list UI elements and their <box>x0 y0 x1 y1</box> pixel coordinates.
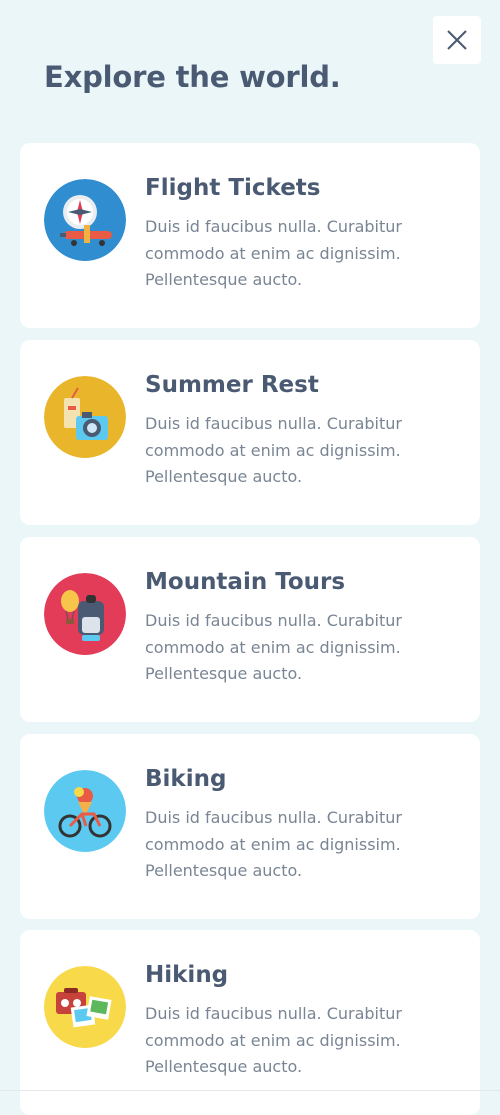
camera-drink-icon <box>44 376 126 458</box>
card-biking[interactable]: Biking Duis id faucibus nulla. Curabitur… <box>20 734 480 919</box>
card-description: Duis id faucibus nulla. Curabitur commod… <box>145 611 402 683</box>
card-description: Duis id faucibus nulla. Curabitur commod… <box>145 414 402 486</box>
card-description: Duis id faucibus nulla. Curabitur commod… <box>145 217 402 289</box>
card-hiking[interactable]: Hiking Duis id faucibus nulla. Curabitur… <box>20 930 480 1115</box>
card-summer-rest[interactable]: Summer Rest Duis id faucibus nulla. Cura… <box>20 340 480 525</box>
compass-plane-icon <box>44 179 126 261</box>
card-title: Biking <box>145 766 227 792</box>
card-title: Hiking <box>145 962 229 988</box>
close-icon <box>447 30 467 50</box>
card-description: Duis id faucibus nulla. Curabitur commod… <box>145 1004 402 1076</box>
card-description: Duis id faucibus nulla. Curabitur commod… <box>145 808 402 880</box>
page-title: Explore the world. <box>44 60 341 94</box>
card-mountain-tours[interactable]: Mountain Tours Duis id faucibus nulla. C… <box>20 537 480 722</box>
close-button[interactable] <box>433 16 481 64</box>
suitcase-photos-icon <box>44 966 126 1048</box>
card-title: Flight Tickets <box>145 175 321 201</box>
backpack-balloon-icon <box>44 573 126 655</box>
card-flight-tickets[interactable]: Flight Tickets Duis id faucibus nulla. C… <box>20 143 480 328</box>
bicycle-icon <box>44 770 126 852</box>
card-title: Summer Rest <box>145 372 319 398</box>
divider <box>0 1090 500 1091</box>
card-title: Mountain Tours <box>145 569 346 595</box>
